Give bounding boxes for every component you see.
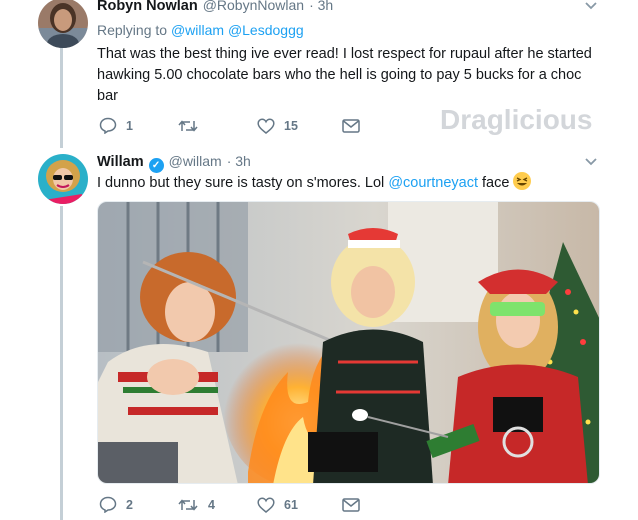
dm-button[interactable] — [342, 118, 360, 133]
replying-to-label: Replying to — [97, 22, 168, 38]
tweet1-author-name[interactable]: Robyn Nowlan — [97, 0, 198, 14]
tweet1-text-line: hawking 5.00 chocolate bars who the hell… — [97, 67, 582, 83]
tweet1-actions: 1 15 — [99, 117, 360, 134]
reply-button[interactable]: 1 — [99, 117, 177, 134]
avatar-robyn[interactable] — [38, 0, 88, 48]
reply-count: 1 — [126, 118, 133, 133]
dm-button[interactable] — [342, 497, 360, 512]
retweet-button[interactable]: 4 — [177, 497, 257, 513]
retweet-count: 4 — [208, 497, 215, 512]
grinning-squinting-face-icon — [513, 172, 532, 190]
like-icon — [257, 497, 275, 513]
tweet1-text: That was the best thing ive ever read! I… — [97, 44, 592, 107]
reply-button[interactable]: 2 — [99, 496, 177, 513]
tweet2-text: I dunno but they sure is tasty on s'more… — [97, 172, 532, 194]
thread-line-top — [60, 48, 63, 148]
retweet-icon — [177, 497, 199, 513]
avatar-willam[interactable] — [38, 154, 88, 204]
reply-icon — [99, 496, 117, 513]
thread-line-bottom — [60, 206, 63, 520]
tweet1-replying-to: Replying to @willam @Lesdoggg — [97, 22, 304, 38]
retweet-button[interactable] — [177, 118, 257, 134]
reply-icon — [99, 117, 117, 134]
tweet2-time[interactable]: · 3h — [227, 153, 251, 169]
like-button[interactable]: 15 — [257, 118, 342, 134]
like-button[interactable]: 61 — [257, 497, 342, 513]
chevron-down-icon[interactable] — [585, 2, 597, 10]
tweet2-text-tail: face — [478, 175, 510, 191]
dm-icon — [342, 497, 360, 512]
tweet1-handle[interactable]: @RobynNowlan — [203, 0, 304, 13]
tweet1-time[interactable]: · 3h — [309, 0, 333, 13]
tweet2-text-body: I dunno but they sure is tasty on s'more… — [97, 175, 389, 191]
mention-lesdoggg[interactable]: @Lesdoggg — [228, 22, 304, 38]
like-icon — [257, 118, 275, 134]
tweet2-photo[interactable] — [97, 201, 600, 484]
like-count: 61 — [284, 497, 298, 512]
chevron-down-icon[interactable] — [585, 158, 597, 166]
dm-icon — [342, 118, 360, 133]
like-count: 15 — [284, 118, 298, 133]
mention-willam[interactable]: @willam — [171, 22, 224, 38]
tweet1-header: Robyn Nowlan @RobynNowlan · 3h — [97, 0, 333, 14]
verified-badge-icon: ✓ — [148, 158, 164, 173]
tweet2-actions: 2 4 61 — [99, 496, 360, 513]
tweet2-author-name[interactable]: Willam — [97, 154, 144, 170]
retweet-icon — [177, 118, 199, 134]
draglicious-watermark: Draglicious — [440, 104, 593, 135]
mention-courtneyact[interactable]: @courtneyact — [388, 175, 478, 191]
tweet1-text-line: That was the best thing ive ever read! I… — [97, 46, 592, 62]
reply-count: 2 — [126, 497, 133, 512]
tweet2-header: Willam ✓ @willam · 3h — [97, 153, 251, 173]
tweet2-handle[interactable]: @willam — [169, 153, 222, 169]
